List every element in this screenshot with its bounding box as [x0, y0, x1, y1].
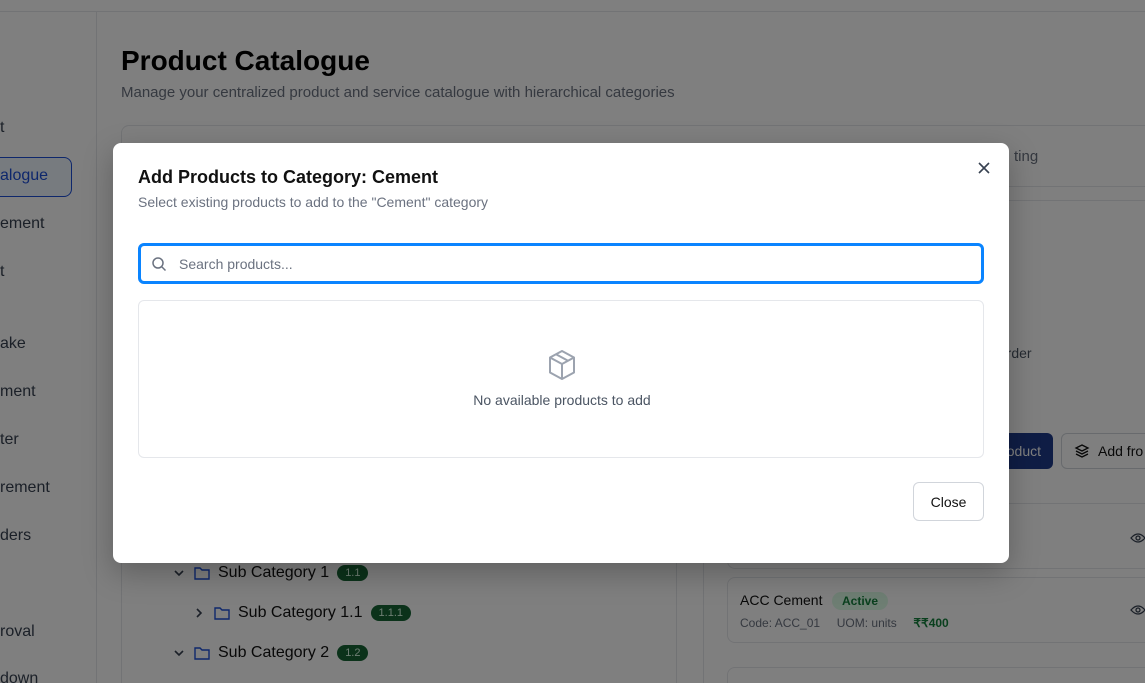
- search-icon: [152, 257, 167, 272]
- dialog-title: Add Products to Category: Cement: [138, 167, 439, 187]
- close-icon[interactable]: [977, 161, 991, 175]
- empty-state: No available products to add: [138, 300, 984, 458]
- add-products-dialog: Add Products to Category: Cement Select …: [113, 143, 1009, 563]
- close-button[interactable]: Close: [913, 482, 984, 521]
- search-input[interactable]: [179, 246, 969, 281]
- package-icon: [549, 350, 575, 380]
- dialog-description: Select existing products to add to the "…: [138, 194, 489, 210]
- empty-message: No available products to add: [473, 392, 651, 408]
- search-field[interactable]: [138, 243, 984, 284]
